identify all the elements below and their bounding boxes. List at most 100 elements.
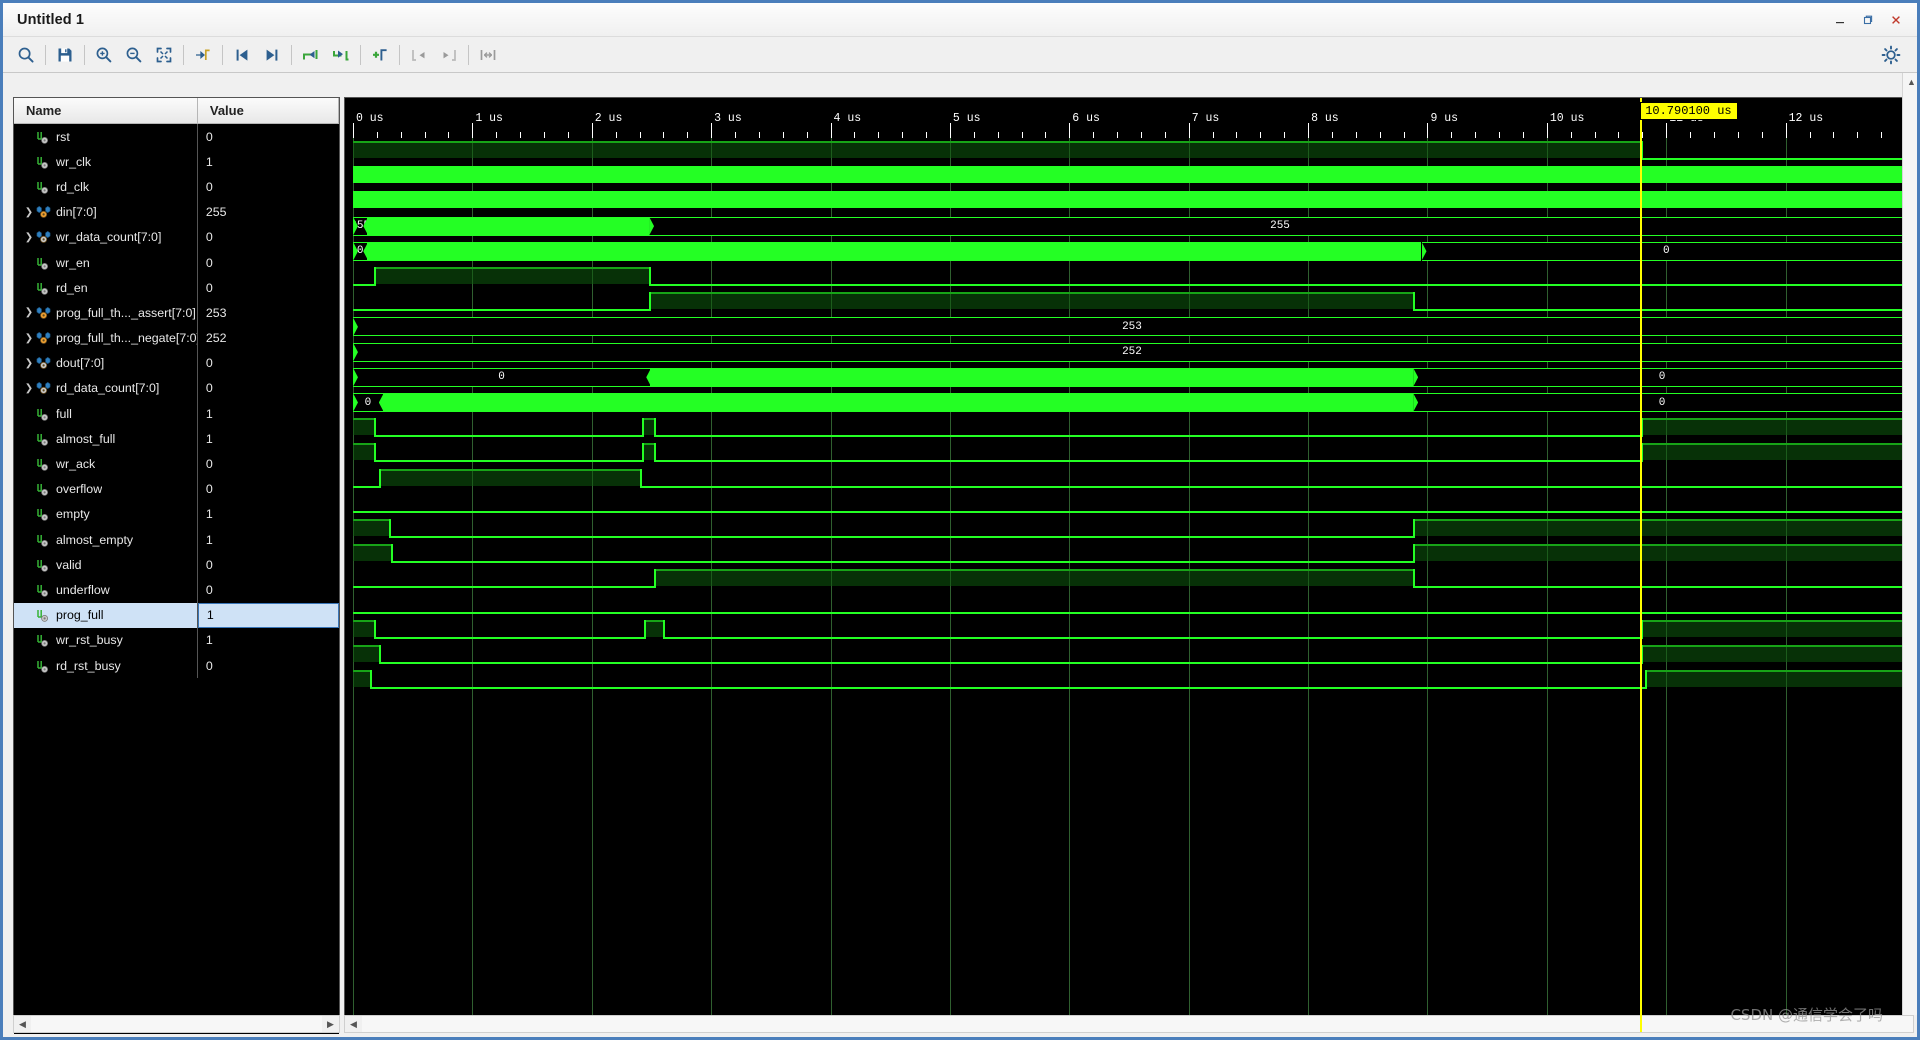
signal-name-cell[interactable]: ❯wr_clk xyxy=(14,149,198,175)
zoom-in-icon[interactable] xyxy=(89,41,119,69)
signal-name-cell[interactable]: ❯rd_rst_busy xyxy=(14,652,198,679)
signal-row-prog-full[interactable]: ❯prog_full1 xyxy=(14,602,339,628)
signal-name-cell[interactable]: ❯valid xyxy=(14,552,198,578)
signal-value-cell[interactable]: 0 xyxy=(198,451,339,476)
chevron-right-icon[interactable]: ❯ xyxy=(22,331,36,345)
signal-row-empty[interactable]: ❯empty1 xyxy=(14,501,339,527)
signal-name-cell[interactable]: ❯ wr_data_count[7:0] xyxy=(14,224,198,250)
chevron-right-icon[interactable]: ❯ xyxy=(22,381,36,395)
scroll-left-icon[interactable]: ◀ xyxy=(345,1016,362,1032)
goto-time-icon[interactable] xyxy=(188,41,218,69)
search-icon[interactable] xyxy=(11,41,41,69)
next-group-icon[interactable] xyxy=(434,41,464,69)
signal-value-cell[interactable]: 0 xyxy=(198,225,339,250)
signal-name-cell[interactable]: ❯overflow xyxy=(14,476,198,502)
scroll-up-icon[interactable]: ▲ xyxy=(1903,73,1917,90)
chevron-right-icon[interactable]: ❯ xyxy=(22,230,36,244)
signal-row-almost-full[interactable]: ❯almost_full1 xyxy=(14,426,339,452)
signal-row-wr-rst-busy[interactable]: ❯wr_rst_busy1 xyxy=(14,627,339,653)
previous-group-icon[interactable] xyxy=(404,41,434,69)
signal-value-cell[interactable]: 1 xyxy=(198,502,339,527)
waveform-hscrollbar[interactable]: ◀ xyxy=(344,1015,1914,1033)
signal-row-underflow[interactable]: ❯underflow0 xyxy=(14,577,339,603)
signal-row-rd-clk[interactable]: ❯rd_clk0 xyxy=(14,174,339,200)
close-icon[interactable] xyxy=(1883,7,1909,33)
signal-value-cell[interactable]: 252 xyxy=(198,326,339,351)
signal-name-cell[interactable]: ❯almost_empty xyxy=(14,527,198,553)
scroll-right-icon[interactable]: ▶ xyxy=(322,1016,339,1032)
signal-value-cell[interactable]: 253 xyxy=(198,300,339,325)
signal-value-cell[interactable]: 255 xyxy=(198,200,339,225)
chevron-right-icon[interactable]: ❯ xyxy=(22,205,36,219)
scroll-track[interactable] xyxy=(362,1016,1913,1032)
minimize-icon[interactable] xyxy=(1827,7,1853,33)
waveform-canvas[interactable]: 255255002532520000 xyxy=(345,138,1913,1032)
signal-name-cell[interactable]: ❯ rd_data_count[7:0] xyxy=(14,375,198,402)
column-header-value[interactable]: Value xyxy=(197,98,339,124)
signal-name-cell[interactable]: ❯ din[7:0] xyxy=(14,199,198,225)
signal-value-cell[interactable]: 0 xyxy=(198,577,339,602)
signal-value-cell[interactable]: 1 xyxy=(198,426,339,451)
signal-row-almost-empty[interactable]: ❯almost_empty1 xyxy=(14,527,339,553)
zoom-fit-icon[interactable] xyxy=(149,41,179,69)
signal-value-cell[interactable]: 0 xyxy=(198,124,339,149)
settings-gear-icon[interactable] xyxy=(1877,41,1905,69)
next-marker-icon[interactable] xyxy=(326,41,356,69)
signal-row-prog-full-th-assert-7-0-[interactable]: ❯ prog_full_th..._assert[7:0] 253 xyxy=(14,300,339,326)
signal-value-cell[interactable]: 0 xyxy=(198,250,339,275)
signal-name-cell[interactable]: ❯empty xyxy=(14,501,198,527)
signal-name-cell[interactable]: ❯wr_ack xyxy=(14,451,198,477)
signal-name-cell[interactable]: ❯rd_clk xyxy=(14,174,198,200)
previous-transition-icon[interactable] xyxy=(227,41,257,69)
waveform-panel[interactable]: 0 us 1 us 2 us 3 us 4 us 5 us 6 us 7 us 8 us 9 us… xyxy=(344,97,1914,1033)
next-transition-icon[interactable] xyxy=(257,41,287,69)
signal-row-dout-7-0-[interactable]: ❯ dout[7:0] 0 xyxy=(14,350,339,376)
scroll-track[interactable] xyxy=(31,1016,322,1032)
waveform-vscrollbar[interactable]: ▲ xyxy=(1902,73,1917,1015)
signal-name-cell[interactable]: ❯full xyxy=(14,401,198,427)
previous-marker-icon[interactable] xyxy=(296,41,326,69)
signal-name-cell[interactable]: ❯rd_en xyxy=(14,275,198,301)
scroll-left-icon[interactable]: ◀ xyxy=(14,1016,31,1032)
signal-value-cell[interactable]: 0 xyxy=(198,552,339,577)
time-cursor[interactable] xyxy=(1640,98,1643,1032)
signal-value-cell[interactable]: 0 xyxy=(198,653,339,678)
signal-value-cell[interactable]: 1 xyxy=(198,149,339,174)
signal-row-prog-full-th-negate-7-0-[interactable]: ❯ prog_full_th..._negate[7:0] 252 xyxy=(14,325,339,351)
fit-selection-icon[interactable] xyxy=(473,41,503,69)
signal-row-wr-data-count-7-0-[interactable]: ❯ wr_data_count[7:0] 0 xyxy=(14,224,339,250)
restore-icon[interactable] xyxy=(1855,7,1881,33)
signal-name-cell[interactable]: ❯ dout[7:0] xyxy=(14,350,198,376)
signal-row-overflow[interactable]: ❯overflow0 xyxy=(14,476,339,502)
signal-value-cell[interactable]: 1 xyxy=(198,401,339,426)
signal-value-cell[interactable]: 0 xyxy=(198,477,339,502)
signal-row-full[interactable]: ❯full1 xyxy=(14,401,339,427)
signal-value-cell[interactable]: 1 xyxy=(198,628,339,653)
signal-name-cell[interactable]: ❯wr_en xyxy=(14,249,198,276)
signal-row-rd-data-count-7-0-[interactable]: ❯ rd_data_count[7:0] 0 xyxy=(14,375,339,402)
signal-name-cell[interactable]: ❯ prog_full_th..._negate[7:0] xyxy=(14,325,198,351)
signal-name-cell[interactable]: ❯rst xyxy=(14,124,198,150)
signal-name-cell[interactable]: ❯ prog_full_th..._assert[7:0] xyxy=(14,300,198,326)
signal-row-wr-ack[interactable]: ❯wr_ack0 xyxy=(14,451,339,477)
signal-row-rd-en[interactable]: ❯rd_en0 xyxy=(14,275,339,301)
signal-row-din-7-0-[interactable]: ❯ din[7:0] 255 xyxy=(14,199,339,225)
signal-name-cell[interactable]: ❯wr_rst_busy xyxy=(14,627,198,653)
signal-name-cell[interactable]: ❯almost_full xyxy=(14,426,198,452)
signal-value-cell[interactable]: 0 xyxy=(198,376,339,401)
signal-value-cell[interactable]: 0 xyxy=(198,351,339,376)
signal-value-cell[interactable]: 1 xyxy=(198,527,339,552)
signal-value-cell[interactable]: 0 xyxy=(198,275,339,300)
name-panel-hscrollbar[interactable]: ◀ ▶ xyxy=(13,1015,340,1033)
chevron-right-icon[interactable]: ❯ xyxy=(22,356,36,370)
signal-value-cell[interactable]: 1 xyxy=(197,602,339,628)
signal-row-wr-en[interactable]: ❯wr_en0 xyxy=(14,249,339,276)
signal-name-cell[interactable]: ❯prog_full xyxy=(14,602,198,628)
chevron-right-icon[interactable]: ❯ xyxy=(22,306,36,320)
signal-name-cell[interactable]: ❯underflow xyxy=(14,577,198,603)
save-icon[interactable] xyxy=(50,41,80,69)
zoom-out-icon[interactable] xyxy=(119,41,149,69)
signal-row-rst[interactable]: ❯rst0 xyxy=(14,124,339,150)
signal-value-cell[interactable]: 0 xyxy=(198,174,339,199)
add-marker-icon[interactable] xyxy=(365,41,395,69)
